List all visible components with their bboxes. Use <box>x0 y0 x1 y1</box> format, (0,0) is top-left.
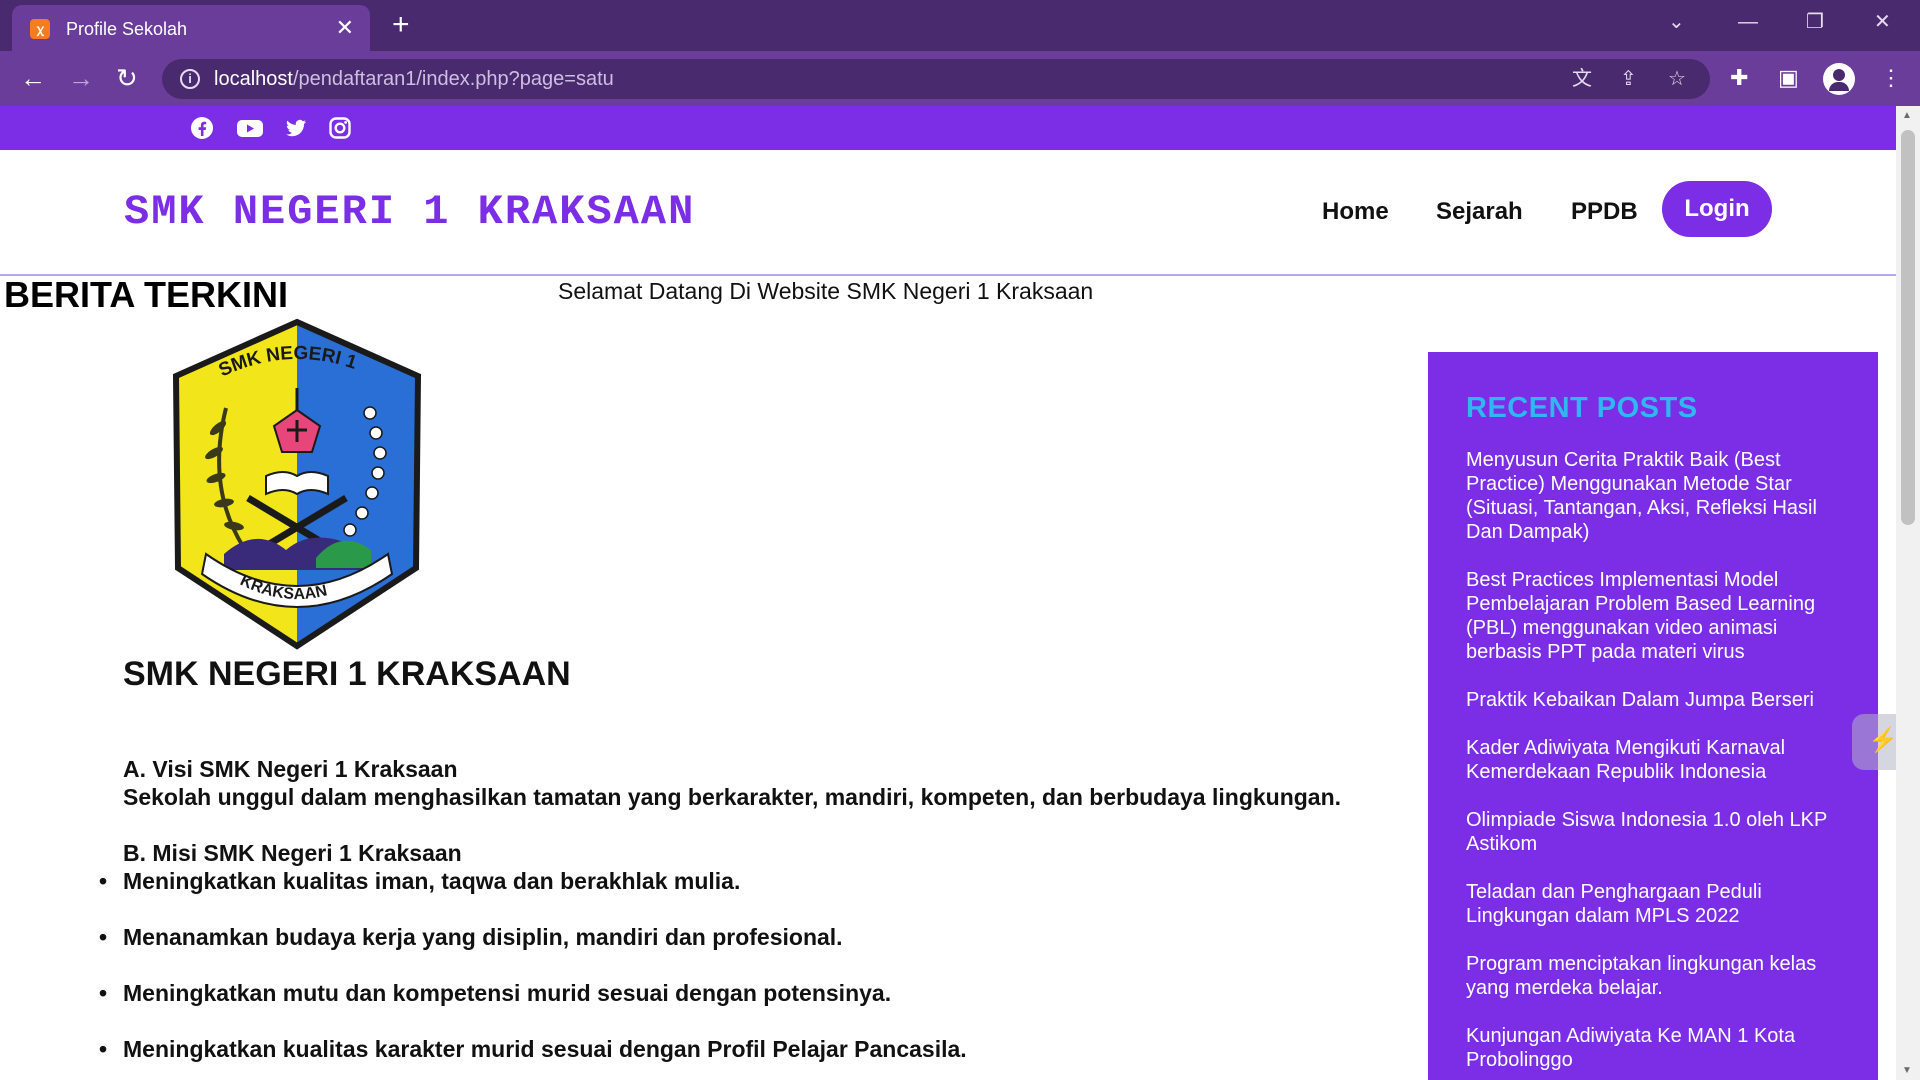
url-path: /pendaftaran1/index.php?page=satu <box>292 68 614 90</box>
forward-icon[interactable]: → <box>68 63 94 93</box>
url-host: localhost <box>214 68 293 90</box>
nav-home[interactable]: Home <box>1322 198 1389 226</box>
browser-toolbar: ← → ↻ i localhost/pendaftaran1/index.php… <box>0 51 1920 106</box>
scrollbar-thumb[interactable] <box>1901 130 1915 525</box>
nav-sejarah[interactable]: Sejarah <box>1436 198 1523 226</box>
recent-posts-title: RECENT POSTS <box>1466 392 1698 424</box>
tab-title: Profile Sekolah <box>66 19 188 39</box>
misi-item: Menanamkan budaya kerja yang disiplin, m… <box>99 924 843 951</box>
recent-posts-sidebar: RECENT POSTS Menyusun Cerita Praktik Bai… <box>1428 352 1878 1080</box>
recent-post-link[interactable]: Kader Adiwiyata Mengikuti Karnaval Kemer… <box>1466 736 1858 784</box>
youtube-icon[interactable] <box>236 116 264 140</box>
facebook-icon[interactable] <box>190 116 214 140</box>
page-scrollbar[interactable]: ▲ ▼ <box>1896 106 1920 1080</box>
recent-post-link[interactable]: Olimpiade Siswa Indonesia 1.0 oleh LKP A… <box>1466 808 1858 856</box>
news-title: BERITA TERKINI <box>4 274 288 315</box>
welcome-text: Selamat Datang Di Website SMK Negeri 1 K… <box>558 278 1094 304</box>
school-crest-logo: SMK NEGERI 1 KRAKSAAN <box>172 318 422 650</box>
new-tab-button[interactable]: + <box>392 9 410 41</box>
login-button[interactable]: Login <box>1662 181 1772 237</box>
restore-icon[interactable]: ❐ <box>1806 10 1824 34</box>
recent-post-link[interactable]: Menyusun Cerita Praktik Baik (Best Pract… <box>1466 448 1858 544</box>
share-icon[interactable]: ⇪ <box>1620 67 1637 91</box>
sidepanel-icon[interactable]: ▣ <box>1778 64 1799 92</box>
recent-post-link[interactable]: Program menciptakan lingkungan kelas yan… <box>1466 952 1858 1000</box>
back-icon[interactable]: ← <box>20 63 46 93</box>
misi-item: Meningkatkan kualitas karakter murid ses… <box>99 1036 967 1063</box>
browser-tabbar: ꭓ Profile Sekolah ✕ + ⌄ — ❐ ✕ <box>0 0 1920 51</box>
site-header: SMK NEGERI 1 KRAKSAAN Home Sejarah PPDB … <box>0 150 1896 276</box>
twitter-icon[interactable] <box>284 116 308 140</box>
visi-title: A. Visi SMK Negeri 1 Kraksaan <box>123 756 458 782</box>
xampp-favicon-icon: ꭓ <box>30 19 50 39</box>
minimize-icon[interactable]: — <box>1738 10 1758 34</box>
recent-post-link[interactable]: Best Practices Implementasi Model Pembel… <box>1466 568 1858 664</box>
star-icon[interactable]: ☆ <box>1668 67 1686 91</box>
misi-title: B. Misi SMK Negeri 1 Kraksaan <box>123 840 462 866</box>
profile-icon[interactable] <box>1823 63 1855 95</box>
visi-text: Sekolah unggul dalam menghasilkan tamata… <box>123 784 1342 810</box>
scroll-up-icon[interactable]: ▲ <box>1902 110 1912 121</box>
site-brand[interactable]: SMK NEGERI 1 KRAKSAAN <box>124 188 695 236</box>
recent-post-link[interactable]: Kunjungan Adiwiyata Ke MAN 1 Kota Probol… <box>1466 1024 1858 1072</box>
nav-ppdb[interactable]: PPDB <box>1571 198 1638 226</box>
instagram-icon[interactable] <box>328 116 352 140</box>
browser-tab[interactable]: ꭓ Profile Sekolah ✕ <box>12 5 370 51</box>
page-viewport: SMK NEGERI 1 KRAKSAAN Home Sejarah PPDB … <box>0 106 1920 1080</box>
scroll-down-icon[interactable]: ▼ <box>1902 1065 1912 1076</box>
recent-post-link[interactable]: Praktik Kebaikan Dalam Jumpa Berseri <box>1466 688 1858 712</box>
misi-item: Meningkatkan mutu dan kompetensi murid s… <box>99 980 891 1007</box>
address-bar[interactable]: i localhost/pendaftaran1/index.php?page=… <box>162 59 1710 99</box>
tab-search-icon[interactable]: ⌄ <box>1668 10 1685 34</box>
url-text[interactable]: localhost/pendaftaran1/index.php?page=sa… <box>214 68 614 91</box>
extensions-icon[interactable]: ✚ <box>1730 64 1748 92</box>
reload-icon[interactable]: ↻ <box>116 63 138 93</box>
close-window-icon[interactable]: ✕ <box>1874 10 1891 34</box>
translate-icon[interactable]: 文 <box>1572 67 1592 91</box>
recent-post-link[interactable]: Teladan dan Penghargaan Peduli Lingkunga… <box>1466 880 1858 928</box>
social-bar <box>0 106 1896 150</box>
school-name-heading: SMK NEGERI 1 KRAKSAAN <box>123 655 571 693</box>
menu-icon[interactable]: ⋮ <box>1880 64 1902 92</box>
misi-item: Meningkatkan kualitas iman, taqwa dan be… <box>99 868 740 895</box>
info-icon[interactable]: i <box>180 69 200 89</box>
tab-close-icon[interactable]: ✕ <box>336 16 354 40</box>
